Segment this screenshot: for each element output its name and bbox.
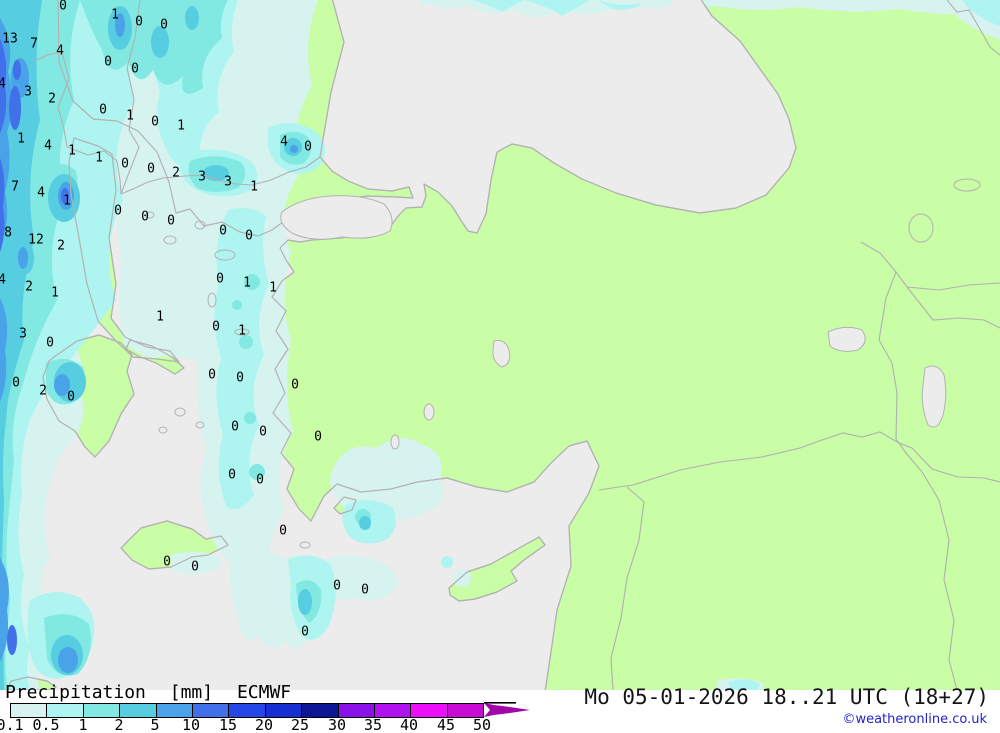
precip-value-label: 0	[279, 524, 287, 539]
copyright-link[interactable]: ©weatheronline.co.uk	[842, 712, 987, 727]
precip-value-label: 0	[259, 425, 267, 440]
precip-value-label: 1	[243, 276, 251, 291]
precip-value-label: 4	[0, 273, 6, 288]
legend-title: Precipitation [mm] ECMWF	[5, 682, 304, 703]
precip-value-label: 1	[126, 109, 134, 124]
precip-value-label: 1	[111, 8, 119, 23]
legend-tick-label: 2	[114, 716, 124, 733]
precip-value-label: 0	[135, 15, 143, 30]
legend-tick-label: 40	[399, 716, 419, 733]
precip-value-label: 1	[51, 286, 59, 301]
precip-value-label: 0	[67, 390, 75, 405]
precip-value-label: 3	[224, 175, 232, 190]
precip-value-label: 0	[160, 18, 168, 33]
precip-value-label: 0	[163, 555, 171, 570]
precip-value-label: 4	[56, 44, 64, 59]
precip-value-label: 4	[37, 186, 45, 201]
precip-value-label: 2	[172, 166, 180, 181]
precip-value-label: 0	[304, 140, 312, 155]
precip-value-label: 1	[63, 194, 71, 209]
precip-value-label: 0	[12, 376, 20, 391]
precip-value-label: 1	[95, 151, 103, 166]
precip-value-label: 0	[131, 62, 139, 77]
lake-van	[827, 326, 866, 352]
precip-value-label: 1	[177, 119, 185, 134]
legend-tick-label: 50	[472, 716, 492, 733]
precip-value-label: 1	[250, 180, 258, 195]
precip-value-label: 0	[236, 371, 244, 386]
precip-value-label: 0	[256, 473, 264, 488]
legend-tick-label: 0.1	[0, 716, 24, 733]
precip-value-label: 0	[99, 103, 107, 118]
precip-value-label: 0	[291, 378, 299, 393]
weather-map: 01 0 013 7 443 20 00 1 0 11 4 1 1 0 0 2 3 3 14 07 410 0 00 08 12…	[0, 0, 1000, 690]
precip-value-label: 4	[0, 77, 6, 92]
precip-value-label: 0	[333, 579, 341, 594]
precip-value-label: 1	[238, 324, 246, 339]
legend-tick-label: 35	[363, 716, 383, 733]
precip-value-label: 13	[2, 32, 18, 47]
precip-value-label: 0	[361, 583, 369, 598]
precip-value-label: 0	[46, 336, 54, 351]
legend-title-unit: [mm]	[169, 682, 214, 703]
legend-tick-label: 45	[436, 716, 456, 733]
lake-beysehir	[423, 403, 435, 421]
legend-tick-label: 5	[150, 716, 160, 733]
precip-value-label: 0	[59, 0, 67, 14]
forecast-datetime: Mo 05-01-2026 18..21 UTC (18+27)	[584, 685, 989, 709]
lake-egirdir	[390, 434, 400, 450]
precip-value-label: 8	[4, 226, 12, 241]
legend-tick-label: 30	[327, 716, 347, 733]
precip-value-label: 2	[39, 384, 47, 399]
legend-tick-label: 1	[78, 716, 88, 733]
precip-value-label: 0	[216, 272, 224, 287]
legend-title-model: ECMWF	[236, 682, 292, 703]
legend-tick-label: 25	[290, 716, 310, 733]
legend-tick-label: 20	[254, 716, 274, 733]
precip-value-label: 0	[208, 368, 216, 383]
precip-value-label: 1	[156, 310, 164, 325]
precip-value-label: 0	[121, 157, 129, 172]
lake-urmia	[921, 365, 947, 428]
precip-value-label: 0	[212, 320, 220, 335]
precip-value-label: 0	[228, 468, 236, 483]
precip-value-label: 0	[314, 430, 322, 445]
precip-value-label: 2	[48, 92, 56, 107]
precip-value-label: 0	[151, 115, 159, 130]
scale-tick-labels: 0.1 0.5 1 2 5 10 15 20 25 30 35 40 45 50	[0, 716, 560, 733]
precip-value-label: 4	[280, 135, 288, 150]
precip-value-label: 3	[198, 170, 206, 185]
precip-value-label: 1	[269, 281, 277, 296]
precip-value-label: 0	[219, 224, 227, 239]
precip-value-label: 2	[25, 280, 33, 295]
precip-value-label: 7	[11, 180, 19, 195]
precip-value-label: 0	[301, 625, 309, 640]
legend-title-label: Precipitation	[5, 682, 146, 703]
precip-value-label: 0	[167, 214, 175, 229]
precip-value-label: 0	[191, 560, 199, 575]
precip-value-label: 0	[147, 162, 155, 177]
precip-value-label: 0	[114, 204, 122, 219]
precip-value-label: 0	[104, 55, 112, 70]
precip-value-label: 3	[19, 327, 27, 342]
precip-value-label: 2	[57, 239, 65, 254]
legend-tick-label: 0.5	[32, 716, 60, 733]
precip-value-label: 1	[68, 144, 76, 159]
legend-tick-label: 15	[218, 716, 238, 733]
precip-value-label: 0	[245, 229, 253, 244]
precip-value-label: 1	[17, 132, 25, 147]
precip-value-label: 4	[44, 139, 52, 154]
precip-value-label: 3	[24, 85, 32, 100]
precip-value-label: 0	[141, 210, 149, 225]
precip-value-label: 0	[231, 420, 239, 435]
legend-tick-label: 10	[181, 716, 201, 733]
weather-map-page: 0 1 0 0 13 7 4 4 3 2 0 0 0 1 0 1 1 4 1 1 0 0 2 3 3 1 4 0 7 4 1 0 0 0 0 0 8 12…	[0, 0, 1000, 733]
precip-value-label: 12	[28, 233, 44, 248]
precip-value-label: 7	[30, 37, 38, 52]
